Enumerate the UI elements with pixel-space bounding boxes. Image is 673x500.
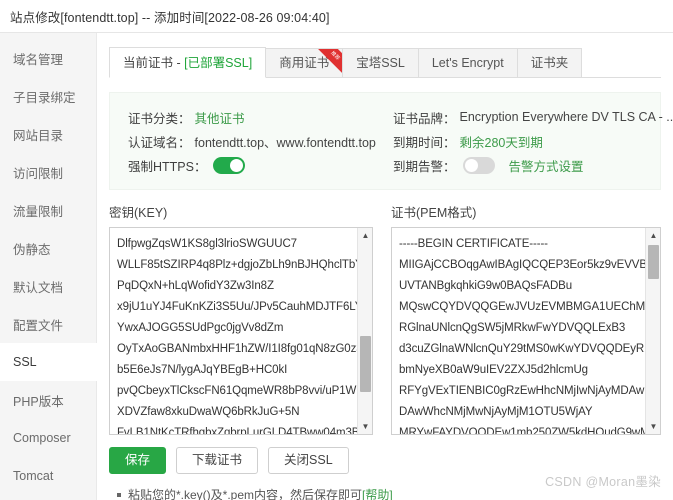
bullet-icon — [117, 492, 121, 497]
cert-domains-value: fontendtt.top、www.fontendtt.top — [194, 135, 376, 150]
tab-label: Let's Encrypt — [431, 56, 504, 70]
cert-type-value: 其他证书 — [194, 111, 245, 126]
tab-label: 宝塔SSL — [356, 56, 405, 70]
certificate-editors: 密钥(KEY) DlfpwgZqsW1KS8gl3lrioSWGUUC7 WLL… — [109, 202, 661, 435]
sidebar: 域名管理子目录绑定网站目录访问限制流量限制伪静态默认文档配置文件 SSL PHP版本… — [0, 33, 97, 500]
scrollbar-thumb[interactable] — [648, 245, 659, 279]
sidebar-item-label: SSL — [13, 355, 37, 369]
sidebar-item-8[interactable]: SSL — [0, 343, 97, 381]
expire-alarm-toggle[interactable] — [462, 156, 495, 174]
sidebar-item-label: 访问限制 — [13, 166, 64, 181]
key-textarea-box[interactable]: DlfpwgZqsW1KS8gl3lrioSWGUUC7 WLLF85tSZIR… — [109, 227, 373, 435]
force-https-label: 强制HTTPS： — [128, 159, 207, 174]
tab-status-suffix: [已部署SSL] — [184, 56, 253, 70]
key-editor-column: 密钥(KEY) DlfpwgZqsW1KS8gl3lrioSWGUUC7 WLL… — [109, 202, 385, 435]
cert-domains-label: 认证域名： — [128, 135, 191, 150]
toggle-knob — [464, 158, 478, 172]
scroll-down-icon[interactable]: ▼ — [646, 419, 660, 434]
help-note-text: 粘贴您的*.key()及*.pem内容，然后保存即可 — [128, 488, 363, 500]
sidebar-item-2[interactable]: 网站目录 — [0, 115, 96, 153]
sidebar-item-0[interactable]: 域名管理 — [0, 39, 96, 77]
sidebar-item-label: 网站目录 — [13, 128, 64, 143]
toggle-knob — [230, 158, 244, 172]
expire-alarm-row: 到期告警： 告警方式设置 — [393, 153, 660, 177]
sidebar-item-1[interactable]: 子目录绑定 — [0, 77, 96, 115]
ssl-tab-bar: 当前证书 - [已部署SSL] 商用证书 推荐 宝塔SSL Let's Encrypt 证… — [109, 47, 661, 78]
download-certificate-button[interactable]: 下载证书 — [176, 447, 259, 474]
cert-expire-row: 到期时间： 剩余280天到期 — [393, 129, 660, 153]
alarm-settings-link[interactable]: 告警方式设置 — [509, 156, 584, 175]
window-titlebar: 站点修改[fontendtt.top] -- 添加时间[2022-08-26 0… — [0, 0, 673, 33]
pem-editor-column: 证书(PEM格式) -----BEGIN CERTIFICATE----- MI… — [385, 202, 661, 435]
sidebar-item-label: 伪静态 — [13, 242, 51, 257]
sidebar-item-label: 默认文档 — [13, 280, 64, 295]
scrollbar-thumb[interactable] — [360, 336, 371, 392]
tab-label: 当前证书 - — [123, 56, 185, 70]
sidebar-item-4[interactable]: 流量限制 — [0, 191, 96, 229]
certificate-info-left: 证书分类： 其他证书 认证域名： fontendtt.top、www.fonte… — [110, 105, 385, 177]
key-textarea[interactable]: DlfpwgZqsW1KS8gl3lrioSWGUUC7 WLLF85tSZIR… — [110, 228, 357, 434]
key-scrollbar[interactable]: ▲ ▼ — [357, 228, 372, 434]
sidebar-item-9[interactable]: PHP版本 — [0, 381, 96, 419]
tab-label: 商用证书 — [279, 56, 330, 70]
sidebar-item-label: Tomcat — [13, 469, 54, 483]
main-content: 当前证书 - [已部署SSL] 商用证书 推荐 宝塔SSL Let's Encrypt 证… — [97, 33, 673, 500]
help-link[interactable]: [帮助] — [362, 486, 393, 500]
tab-label: 证书夹 — [530, 56, 569, 70]
help-note: 粘贴您的*.key()及*.pem内容，然后保存即可 [帮助] — [117, 486, 661, 500]
window-title: 站点修改[fontendtt.top] -- 添加时间[2022-08-26 0… — [10, 10, 330, 25]
force-https-row: 强制HTTPS： — [128, 153, 385, 177]
sidebar-item-label: 配置文件 — [13, 318, 64, 333]
pem-scrollbar[interactable]: ▲ ▼ — [645, 228, 660, 434]
tab-2[interactable]: 宝塔SSL — [342, 48, 419, 77]
tab-3[interactable]: Let's Encrypt — [417, 48, 518, 77]
site-edit-window: 站点修改[fontendtt.top] -- 添加时间[2022-08-26 0… — [0, 0, 673, 500]
expire-alarm-label: 到期告警： — [393, 159, 456, 174]
scroll-down-icon[interactable]: ▼ — [358, 419, 372, 434]
sidebar-item-label: 子目录绑定 — [13, 90, 76, 105]
sidebar-item-6[interactable]: 默认文档 — [0, 267, 96, 305]
cert-type-row: 证书分类： 其他证书 — [128, 105, 385, 129]
window-body: 域名管理子目录绑定网站目录访问限制流量限制伪静态默认文档配置文件 SSL PHP版本… — [0, 33, 673, 500]
cert-domains-row: 认证域名： fontendtt.top、www.fontendtt.top — [128, 129, 385, 153]
scroll-up-icon[interactable]: ▲ — [646, 228, 660, 243]
key-editor-title: 密钥(KEY) — [109, 206, 168, 220]
certificate-info-right: 证书品牌： Encryption Everywhere DV TLS CA - … — [385, 105, 673, 177]
pem-textarea[interactable]: -----BEGIN CERTIFICATE----- MIIGAjCCBOqg… — [392, 228, 645, 434]
sidebar-item-12[interactable]: 重定向 — [0, 495, 96, 500]
save-button[interactable]: 保存 — [109, 447, 167, 474]
sidebar-item-11[interactable]: Tomcat — [0, 457, 96, 495]
pem-editor-title: 证书(PEM格式) — [391, 206, 477, 220]
sidebar-item-label: 域名管理 — [13, 52, 64, 67]
pem-textarea-box[interactable]: -----BEGIN CERTIFICATE----- MIIGAjCCBOqg… — [391, 227, 661, 435]
cert-expire-label: 到期时间： — [393, 135, 456, 150]
force-https-toggle[interactable] — [213, 156, 246, 174]
tab-4[interactable]: 证书夹 — [516, 48, 583, 77]
sidebar-item-label: 流量限制 — [13, 204, 64, 219]
close-ssl-button[interactable]: 关闭SSL — [268, 447, 349, 474]
sidebar-item-3[interactable]: 访问限制 — [0, 153, 96, 191]
action-button-row: 保存 下载证书 关闭SSL — [109, 447, 661, 474]
cert-type-label: 证书分类： — [128, 111, 191, 126]
tab-0[interactable]: 当前证书 - [已部署SSL] — [109, 47, 267, 78]
cert-brand-value: Encryption Everywhere DV TLS CA - ... — [459, 110, 673, 124]
sidebar-item-10[interactable]: Composer — [0, 419, 96, 457]
cert-brand-label: 证书品牌： — [393, 111, 456, 126]
cert-brand-row: 证书品牌： Encryption Everywhere DV TLS CA - … — [393, 105, 673, 129]
certificate-info-panel: 证书分类： 其他证书 认证域名： fontendtt.top、www.fonte… — [109, 92, 673, 190]
sidebar-item-label: Composer — [13, 431, 71, 445]
sidebar-item-5[interactable]: 伪静态 — [0, 229, 96, 267]
tab-1[interactable]: 商用证书 推荐 — [265, 48, 344, 77]
sidebar-item-7[interactable]: 配置文件 — [0, 305, 96, 343]
scroll-up-icon[interactable]: ▲ — [358, 228, 372, 243]
sidebar-item-label: PHP版本 — [13, 394, 64, 409]
cert-expire-value: 剩余280天到期 — [459, 135, 543, 150]
